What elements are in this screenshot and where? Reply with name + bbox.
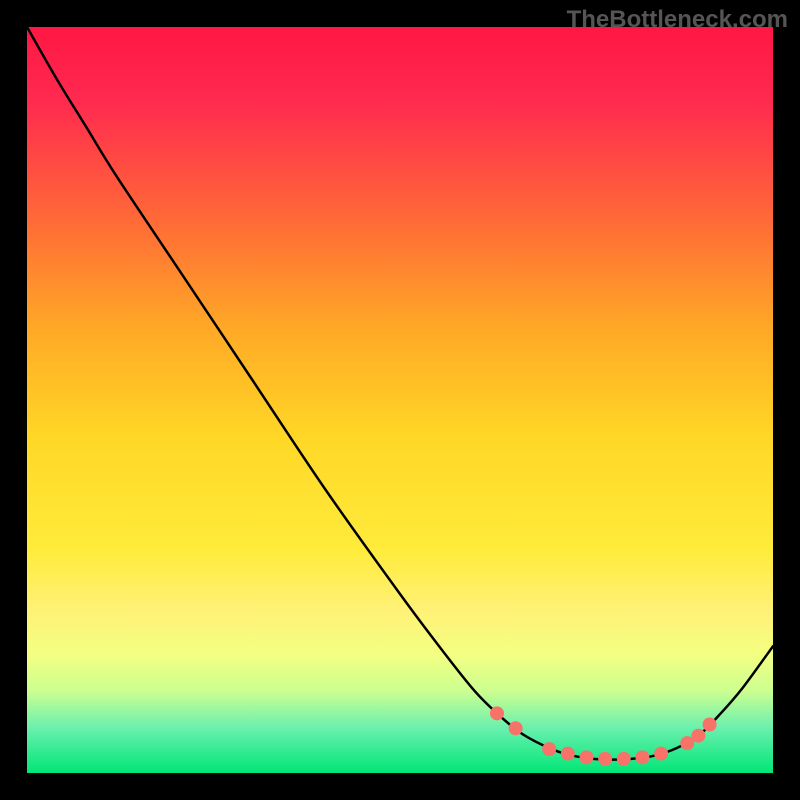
data-point [654,747,668,761]
chart-svg [27,27,773,773]
data-point [542,742,556,756]
data-point [635,750,649,764]
data-point [509,721,523,735]
plot-area [27,27,773,773]
data-point [580,750,594,764]
data-point [617,752,631,766]
chart-container: TheBottleneck.com [0,0,800,800]
data-point [490,706,504,720]
data-point [598,752,612,766]
data-point [561,747,575,761]
data-point [691,729,705,743]
watermark-label: TheBottleneck.com [567,6,788,34]
gradient-background [27,27,773,773]
data-point [703,718,717,732]
